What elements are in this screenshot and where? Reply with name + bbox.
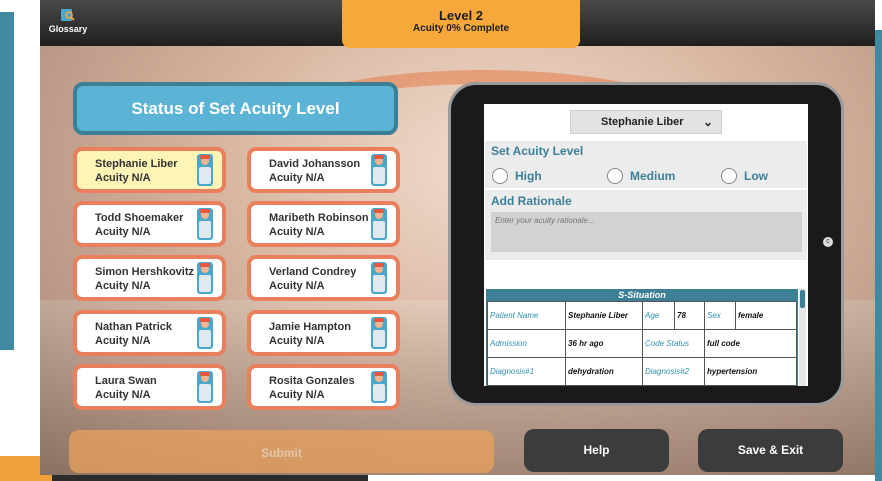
patient-acuity: Acuity N/A <box>95 172 151 184</box>
level-progress: Acuity 0% Complete <box>412 23 510 34</box>
sbar-heading: S-Situation <box>487 290 797 301</box>
table-cell: Age <box>642 301 675 330</box>
nurse-icon <box>197 371 213 403</box>
status-title-banner: Status of Set Acuity Level <box>73 82 398 135</box>
patient-name: Laura Swan <box>95 375 157 387</box>
right-edge-panel <box>875 30 882 481</box>
rationale-input[interactable] <box>491 212 802 252</box>
table-cell: hypertension <box>704 357 797 386</box>
radio-circle-icon <box>721 167 737 184</box>
situation-table: Patient Name Stephanie Liber Age 78 Sex … <box>487 301 797 386</box>
nurse-icon <box>197 154 213 186</box>
patient-name: Todd Shoemaker <box>95 212 184 224</box>
level-title: Level 2 <box>438 8 484 23</box>
patient-acuity: Acuity N/A <box>95 335 151 347</box>
help-button[interactable]: Help <box>524 429 669 472</box>
patient-name: Jamie Hampton <box>269 321 351 333</box>
patient-name: Nathan Patrick <box>95 321 173 333</box>
tablet-device: c Stephanie Liber ⌄ Set Acuity Level Hig… <box>448 82 844 406</box>
acuity-level-panel: Set Acuity Level High Medium Low <box>485 141 807 188</box>
glossary-button[interactable]: Glossary <box>48 8 88 34</box>
radio-low-label: Low <box>744 168 768 183</box>
patient-card[interactable]: Laura Swan Acuity N/A <box>73 364 226 410</box>
patient-acuity: Acuity N/A <box>269 226 325 238</box>
glossary-label: Glossary <box>48 24 88 34</box>
glossary-book-icon <box>61 9 75 21</box>
patient-name: Verland Condrey <box>269 266 357 278</box>
table-cell: 36 hr ago <box>565 329 643 358</box>
patient-select-row: Stephanie Liber ⌄ <box>484 104 808 139</box>
patient-name: Maribeth Robinson <box>269 212 369 224</box>
patient-name: Simon Hershkovitz <box>95 266 195 278</box>
nurse-icon <box>371 154 387 186</box>
table-cell: Admission <box>487 329 566 358</box>
table-cell: Diagnosis#1 <box>487 357 566 386</box>
patient-acuity: Acuity N/A <box>269 172 325 184</box>
radio-high-label: High <box>515 168 542 183</box>
nurse-icon <box>371 317 387 349</box>
table-scrollbar[interactable] <box>799 289 806 386</box>
level-status-tab: Level 2 Acuity 0% Complete <box>342 0 580 48</box>
patient-card[interactable]: Rosita Gonzales Acuity N/A <box>247 364 400 410</box>
table-row: Admission 36 hr ago Code Status full cod… <box>487 329 797 358</box>
patient-acuity: Acuity N/A <box>269 335 325 347</box>
nurse-icon <box>371 208 387 240</box>
table-cell: Sex <box>704 301 736 330</box>
nurse-icon <box>197 208 213 240</box>
patient-card[interactable]: Nathan Patrick Acuity N/A <box>73 310 226 356</box>
patient-acuity: Acuity N/A <box>269 389 325 401</box>
patient-name: David Johansson <box>269 158 361 170</box>
patient-card[interactable]: Todd Shoemaker Acuity N/A <box>73 201 226 247</box>
sbar-situation-table: S-Situation Patient Name Stephanie Liber… <box>486 289 798 386</box>
scrollbar-thumb[interactable] <box>800 290 805 308</box>
radio-circle-icon <box>492 167 508 184</box>
patient-acuity: Acuity N/A <box>95 226 151 238</box>
chevron-down-icon: ⌄ <box>702 115 713 129</box>
nurse-icon <box>197 262 213 294</box>
patient-select-value: Stephanie Liber <box>601 116 684 128</box>
patient-card[interactable]: Simon Hershkovitz Acuity N/A <box>73 255 226 301</box>
rationale-heading: Add Rationale <box>491 194 572 208</box>
tablet-screen: Stephanie Liber ⌄ Set Acuity Level High … <box>484 104 808 386</box>
save-exit-button[interactable]: Save & Exit <box>698 429 843 472</box>
table-cell: dehydration <box>565 357 643 386</box>
patient-acuity: Acuity N/A <box>269 280 325 292</box>
tablet-home-button[interactable]: c <box>823 237 833 247</box>
radio-circle-icon <box>607 167 623 184</box>
patient-card[interactable]: David Johansson Acuity N/A <box>247 147 400 193</box>
radio-medium[interactable]: Medium <box>607 167 675 185</box>
table-cell: 78 <box>674 301 705 330</box>
radio-high[interactable]: High <box>492 167 542 185</box>
patient-select-dropdown[interactable]: Stephanie Liber ⌄ <box>570 110 722 134</box>
table-cell: Patient Name <box>487 301 566 330</box>
patient-name: Stephanie Liber <box>95 158 178 170</box>
rationale-panel: Add Rationale <box>485 190 807 260</box>
table-cell: Diagnosis#2 <box>642 357 705 386</box>
game-stage: Glossary Level 2 Acuity 0% Complete Stat… <box>40 0 875 475</box>
patient-card[interactable]: Jamie Hampton Acuity N/A <box>247 310 400 356</box>
nurse-icon <box>371 262 387 294</box>
patient-card[interactable]: Stephanie Liber Acuity N/A <box>73 147 226 193</box>
left-edge-panel <box>0 12 14 350</box>
nurse-icon <box>197 317 213 349</box>
acuity-heading: Set Acuity Level <box>491 144 584 158</box>
patient-card[interactable]: Maribeth Robinson Acuity N/A <box>247 201 400 247</box>
table-cell: Stephanie Liber <box>565 301 643 330</box>
patient-name: Rosita Gonzales <box>269 375 355 387</box>
patient-acuity: Acuity N/A <box>95 280 151 292</box>
table-cell: full code <box>704 329 797 358</box>
radio-medium-label: Medium <box>630 168 676 183</box>
nurse-icon <box>371 371 387 403</box>
table-cell: female <box>735 301 797 330</box>
radio-low[interactable]: Low <box>721 167 768 185</box>
table-row: Patient Name Stephanie Liber Age 78 Sex … <box>487 301 797 330</box>
table-cell: Code Status <box>642 329 705 358</box>
table-row: Diagnosis#1 dehydration Diagnosis#2 hype… <box>487 357 797 386</box>
patient-card[interactable]: Verland Condrey Acuity N/A <box>247 255 400 301</box>
patient-acuity: Acuity N/A <box>95 389 151 401</box>
submit-button[interactable]: Submit <box>69 430 494 473</box>
